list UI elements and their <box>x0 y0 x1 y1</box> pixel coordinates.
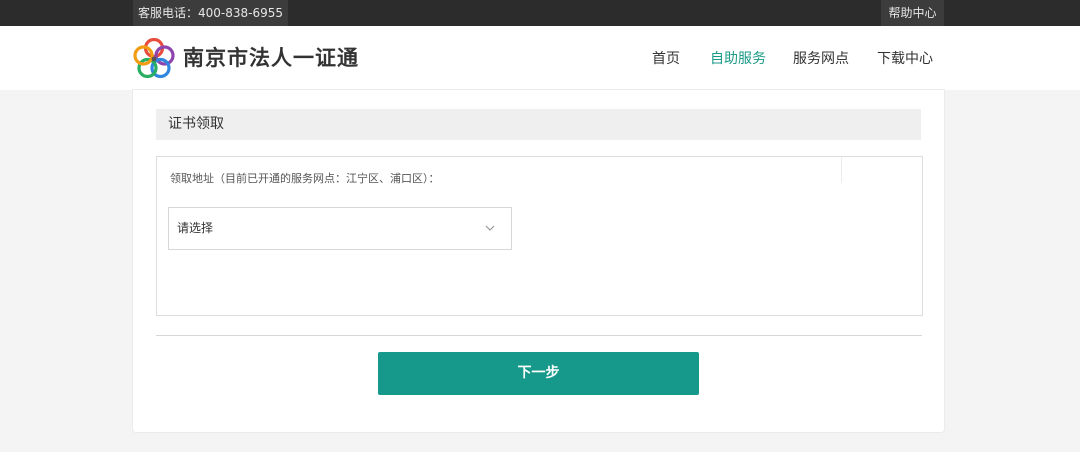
nav-self-service[interactable]: 自助服务 <box>710 50 766 68</box>
customer-service-hotline: 客服电话：400-838-6955 <box>133 0 289 26</box>
chevron-down-icon <box>485 225 495 231</box>
select-value: 请选择 <box>177 221 214 235</box>
help-center-link[interactable]: 帮助中心 <box>881 0 944 26</box>
form-divider <box>156 335 922 336</box>
divider-line <box>841 157 842 183</box>
site-header: 南京市法人一证通 首页 自助服务 服务网点 下载中心 <box>0 26 1080 90</box>
section-title: 证书领取 <box>168 116 224 132</box>
section-header: 证书领取 <box>156 109 921 140</box>
next-step-button[interactable]: 下一步 <box>378 352 699 395</box>
nav-service-outlets[interactable]: 服务网点 <box>793 50 849 68</box>
site-title: 南京市法人一证通 <box>183 46 359 70</box>
nav-download-center[interactable]: 下载中心 <box>877 50 933 68</box>
nav-home[interactable]: 首页 <box>652 50 680 68</box>
pickup-address-select[interactable]: 请选择 <box>168 207 512 250</box>
pickup-form: 领取地址（目前已开通的服务网点：江宁区、浦口区）： 请选择 <box>156 156 923 316</box>
top-bar: 客服电话：400-838-6955 帮助中心 <box>0 0 1080 26</box>
pickup-address-label: 领取地址（目前已开通的服务网点：江宁区、浦口区）： <box>170 172 440 185</box>
plum-blossom-logo-icon[interactable] <box>133 38 175 80</box>
